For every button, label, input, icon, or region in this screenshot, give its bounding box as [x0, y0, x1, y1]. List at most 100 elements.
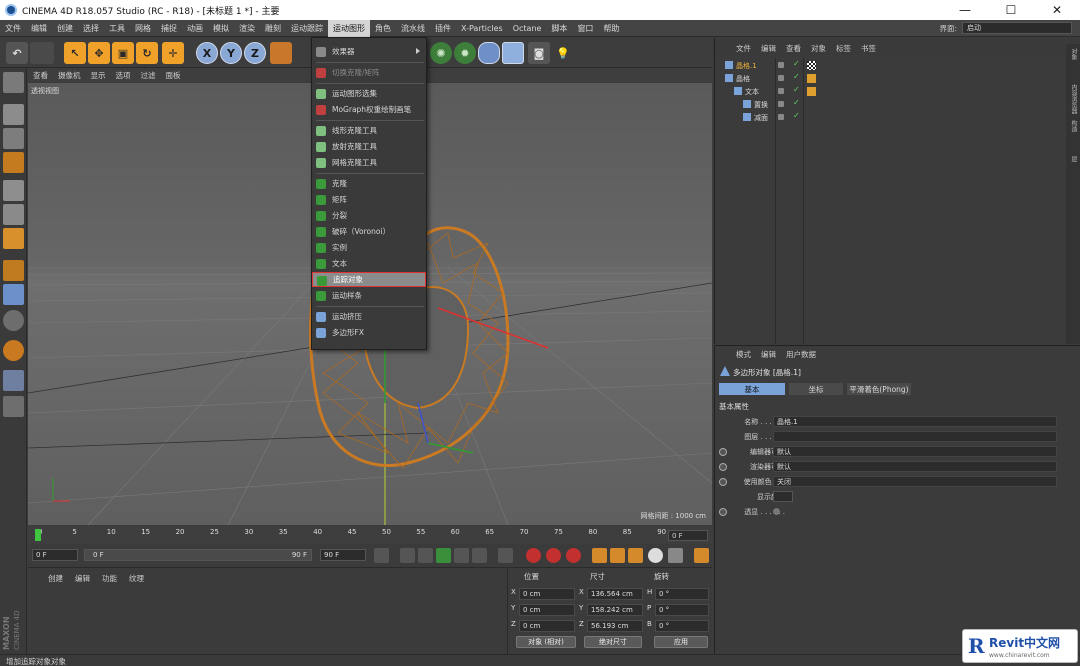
position-field[interactable]: 0 cm: [519, 588, 575, 600]
redo-icon[interactable]: [30, 42, 54, 64]
viewport-menu-item-2[interactable]: 显示: [86, 70, 111, 81]
play-icon[interactable]: [436, 548, 451, 563]
menu-item-8[interactable]: 模拟: [208, 20, 234, 37]
attribute-tab-0[interactable]: 基本: [719, 383, 785, 395]
dropdown-item-12[interactable]: 文本: [312, 256, 426, 271]
workplane-icon[interactable]: [3, 152, 24, 173]
dropdown-item-14[interactable]: 运动样条: [312, 288, 426, 303]
animate-radio-icon[interactable]: [719, 462, 727, 471]
side-tab-0[interactable]: 对象: [1068, 48, 1078, 60]
visibility-dots-icon[interactable]: [778, 101, 784, 107]
tweak-mode-icon[interactable]: [3, 284, 24, 305]
dropdown-item-8[interactable]: 矩阵: [312, 192, 426, 207]
current-frame-field[interactable]: 0 F: [32, 549, 78, 561]
keyframe-selection-icon[interactable]: [566, 548, 581, 563]
timeline-ruler[interactable]: 051015202530354045505560657075808590 0 F: [28, 526, 712, 544]
viewport-menu-item-1[interactable]: 摄像机: [53, 70, 86, 81]
rotate-icon[interactable]: ↻: [136, 42, 158, 64]
attribute-field[interactable]: 关闭: [773, 476, 1057, 487]
key-position-icon[interactable]: [592, 548, 607, 563]
object-row[interactable]: 晶格 ✓: [715, 72, 1080, 85]
menu-item-9[interactable]: 渲染: [234, 20, 260, 37]
size-field[interactable]: 136.564 cm: [587, 588, 643, 600]
points-mode-icon[interactable]: [3, 180, 24, 201]
attribute-menu-item-0[interactable]: 模式: [731, 349, 756, 360]
close-button[interactable]: ✕: [1034, 0, 1080, 20]
recent-tool-icon[interactable]: ✛: [162, 42, 184, 64]
viewport-menu-item-5[interactable]: 面板: [161, 70, 186, 81]
menu-item-17[interactable]: Octane: [508, 20, 547, 37]
loop-icon[interactable]: [472, 548, 487, 563]
phong-tag-icon[interactable]: [807, 87, 816, 96]
deformer-icon[interactable]: [478, 42, 500, 64]
current-frame-marker[interactable]: [35, 529, 41, 541]
menu-item-1[interactable]: 编辑: [26, 20, 52, 37]
side-tab-3[interactable]: 层: [1068, 156, 1078, 162]
snap-icon[interactable]: [3, 310, 24, 331]
rotation-field[interactable]: 0 °: [655, 604, 709, 616]
attribute-tab-1[interactable]: 坐标: [789, 383, 843, 395]
animate-radio-icon[interactable]: [719, 447, 727, 456]
dropdown-item-1[interactable]: 切换克隆/矩阵: [312, 65, 426, 80]
side-tab-2[interactable]: 构造: [1068, 120, 1078, 132]
size-field[interactable]: 56.193 cm: [587, 620, 643, 632]
go-to-start-icon[interactable]: [374, 548, 389, 563]
dropdown-item-6[interactable]: 网格克隆工具: [312, 155, 426, 170]
attribute-field[interactable]: 晶格.1: [773, 416, 1057, 427]
material-menu-item-1[interactable]: 编辑: [69, 573, 96, 584]
y-axis-icon[interactable]: Y: [220, 42, 242, 64]
menu-item-14[interactable]: 流水线: [396, 20, 430, 37]
visibility-dots-icon[interactable]: [778, 114, 784, 120]
menu-item-15[interactable]: 插件: [430, 20, 456, 37]
viewport-menu-item-0[interactable]: 查看: [28, 70, 53, 81]
menu-item-19[interactable]: 窗口: [572, 20, 598, 37]
enabled-check-icon[interactable]: ✓: [793, 72, 800, 81]
attribute-field[interactable]: 默认: [773, 446, 1057, 457]
minimize-button[interactable]: —: [942, 0, 988, 20]
animate-radio-icon[interactable]: [719, 507, 727, 516]
menu-item-12[interactable]: 运动图形: [328, 19, 370, 37]
material-menu-item-2[interactable]: 功能: [96, 573, 123, 584]
menu-item-18[interactable]: 脚本: [546, 20, 572, 37]
floor-icon[interactable]: [502, 42, 524, 64]
menu-item-7[interactable]: 动画: [182, 20, 208, 37]
play-backward-icon[interactable]: [418, 548, 433, 563]
make-editable-icon[interactable]: [3, 72, 24, 93]
coordinate-system-icon[interactable]: [270, 42, 292, 64]
undo-icon[interactable]: ↶: [6, 42, 28, 64]
menu-item-10[interactable]: 雕刻: [260, 20, 286, 37]
key-rotation-icon[interactable]: [628, 548, 643, 563]
viewport-menu-item-4[interactable]: 过滤: [136, 70, 161, 81]
menu-item-0[interactable]: 文件: [0, 20, 26, 37]
range-slider[interactable]: 0 F 90 F: [84, 549, 312, 561]
xray-checkbox[interactable]: [773, 508, 780, 515]
attribute-menu-item-2[interactable]: 用户数据: [781, 349, 821, 360]
size-field[interactable]: 158.242 cm: [587, 604, 643, 616]
dropdown-item-2[interactable]: 运动图形选集: [312, 86, 426, 101]
rotation-field[interactable]: 0 °: [655, 588, 709, 600]
visibility-dots-icon[interactable]: [778, 75, 784, 81]
polygons-mode-icon[interactable]: [3, 228, 24, 249]
end-frame-field[interactable]: 90 F: [320, 549, 366, 561]
coord-mode-select[interactable]: 对象 (相对): [516, 636, 576, 648]
dropdown-item-11[interactable]: 实例: [312, 240, 426, 255]
menu-item-16[interactable]: X-Particles: [456, 20, 508, 37]
attribute-field[interactable]: [773, 431, 1057, 442]
display-color-swatch[interactable]: [773, 491, 793, 502]
magnet-icon[interactable]: [3, 340, 24, 361]
dropdown-item-4[interactable]: 线形克隆工具: [312, 123, 426, 138]
layout-select[interactable]: 启动: [962, 22, 1072, 34]
side-tab-1[interactable]: 内容浏览器: [1068, 84, 1078, 114]
key-scale-icon[interactable]: [610, 548, 625, 563]
object-menu-item-4[interactable]: 标签: [831, 43, 856, 54]
animate-radio-icon[interactable]: [719, 477, 727, 486]
material-menu-item-3[interactable]: 纹理: [123, 573, 150, 584]
position-field[interactable]: 0 cm: [519, 604, 575, 616]
move-icon[interactable]: ✥: [88, 42, 110, 64]
next-frame-icon[interactable]: [454, 548, 469, 563]
menu-item-6[interactable]: 捕捉: [156, 20, 182, 37]
live-select-icon[interactable]: ↖: [64, 42, 86, 64]
dropdown-item-7[interactable]: 克隆: [312, 176, 426, 191]
workplane-lock-icon[interactable]: [3, 370, 24, 391]
dropdown-item-13[interactable]: 追踪对象: [312, 272, 426, 287]
